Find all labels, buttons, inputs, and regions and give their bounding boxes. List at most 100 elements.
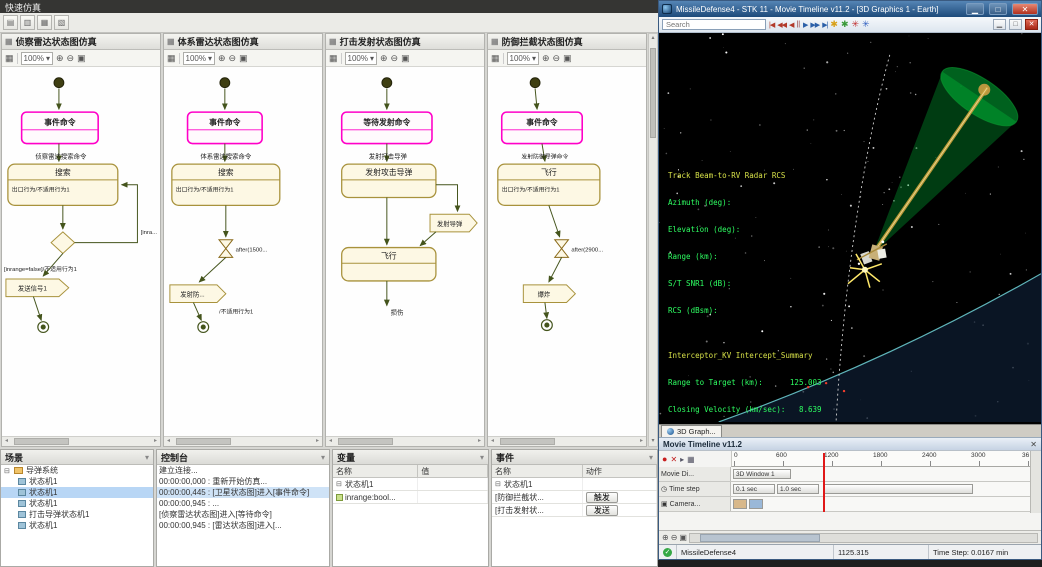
scene-panel-header[interactable]: 场景 ▾ — [1, 450, 153, 465]
search-input[interactable] — [662, 19, 766, 30]
variable-value[interactable] — [418, 491, 488, 503]
events-panel-header[interactable]: 事件 ▾ — [492, 450, 657, 465]
zoom-out-icon[interactable]: ⊖ — [391, 53, 399, 64]
film-icon[interactable]: ▦ — [687, 455, 695, 464]
camera-keyframe[interactable] — [749, 499, 763, 509]
initial-node[interactable] — [54, 78, 64, 88]
event-state[interactable]: 事件命令 — [22, 112, 99, 143]
zoom-level-dropdown[interactable]: 100% ▾ — [345, 52, 377, 65]
scrollbar-thumb[interactable] — [14, 438, 69, 445]
grid-icon[interactable]: ▦ — [491, 53, 500, 64]
fit-icon[interactable]: ▣ — [563, 53, 572, 64]
rewind-icon[interactable]: ◀◀ — [777, 21, 786, 29]
step-back-icon[interactable]: ◀ — [789, 21, 793, 29]
scroll-right-icon[interactable]: ▸ — [313, 437, 322, 446]
step-first-icon[interactable]: |◀ — [769, 21, 774, 29]
panel-title-bar[interactable]: ▦ 防御拦截状态图仿真 — [488, 34, 646, 50]
zoom-out-icon[interactable]: ⊖ — [553, 53, 561, 64]
decision-node[interactable] — [51, 232, 75, 254]
scrollbar-thumb[interactable] — [338, 438, 393, 445]
trigger-button[interactable]: 触发 — [586, 492, 618, 503]
scroll-left-icon[interactable]: ◂ — [2, 437, 11, 446]
initial-node[interactable] — [220, 78, 230, 88]
play-segment-icon[interactable]: ▸ — [680, 455, 684, 464]
vertical-scrollbar[interactable]: ▴ ▾ — [648, 33, 658, 447]
zoom-out-icon[interactable]: ⊖ — [67, 53, 75, 64]
tab-3d-graphics[interactable]: 3D Graph... — [661, 425, 722, 437]
play-icon[interactable]: ▶ — [803, 21, 807, 29]
step-last-icon[interactable]: ▶| — [822, 21, 827, 29]
tree-item[interactable]: 打击导弹状态机1 — [1, 509, 153, 520]
zoom-out-icon[interactable]: ⊖ — [671, 533, 678, 542]
close-icon[interactable]: ✕ — [1030, 440, 1037, 449]
table-group-row[interactable]: ⊟ 状态机1 — [492, 478, 657, 491]
state-diagram-canvas[interactable]: 事件命令 侦察雷达搜索命令 搜索 出口行为/不适用行为1 — [2, 67, 160, 436]
zoom-in-icon[interactable]: ⊕ — [542, 53, 550, 64]
globe-tool-icon[interactable]: ✳ — [862, 19, 870, 30]
horizontal-scrollbar[interactable]: ◂ ▸ — [326, 436, 484, 446]
tree-item-selected[interactable]: 状态机1 — [1, 487, 153, 498]
event-state[interactable]: 等待发射命令 — [342, 112, 432, 143]
table-row[interactable]: inrange:bool... — [333, 491, 488, 504]
grid-icon[interactable]: ▦ — [5, 53, 14, 64]
signal-send-node[interactable]: 发射防... — [170, 285, 226, 303]
search-state[interactable]: 搜索 出口行为/不适用行为1 — [172, 164, 280, 205]
timeline-vertical-scrollbar[interactable] — [1030, 451, 1041, 513]
final-node[interactable] — [38, 322, 49, 333]
delete-icon[interactable]: ✕ — [670, 455, 677, 464]
toolbar-button-1[interactable]: ▤ — [3, 15, 18, 30]
search-state[interactable]: 搜索 出口行为/不适用行为1 — [8, 164, 118, 205]
scroll-right-icon[interactable]: ▸ — [151, 437, 160, 446]
zoom-in-icon[interactable]: ⊕ — [56, 53, 64, 64]
stk-titlebar[interactable]: MissileDefense4 - STK 11 - Movie Timelin… — [659, 1, 1041, 17]
table-group-row[interactable]: ⊟ 状态机1 — [333, 478, 488, 491]
scroll-down-icon[interactable]: ▾ — [649, 437, 657, 446]
toolbar-button-3[interactable]: ▦ — [37, 15, 52, 30]
zoom-fit-icon[interactable]: ▣ — [679, 533, 687, 542]
row-content[interactable]: 3D Window 1 — [731, 467, 1031, 481]
zoom-in-icon[interactable]: ⊕ — [380, 53, 388, 64]
state-diagram-canvas[interactable]: 事件命令 体系雷达搜索命令 搜索 出口行为/不适用行为1 — [164, 67, 322, 436]
expander-icon[interactable]: ⊟ — [336, 480, 343, 488]
zoom-in-icon[interactable]: ⊕ — [662, 533, 669, 542]
column-action[interactable]: 动作 — [583, 465, 657, 477]
row-label[interactable]: Movie Di... — [659, 467, 731, 481]
table-row[interactable]: [防御拦截状... 触发 — [492, 491, 657, 504]
signal-send-node[interactable]: 发射导弹 — [430, 214, 477, 232]
column-name[interactable]: 名称 — [333, 465, 418, 477]
record-icon[interactable]: ● — [662, 454, 667, 464]
console-panel-header[interactable]: 控制台 ▾ — [157, 450, 329, 465]
console-log[interactable]: 建立连接... 00:00:00,000 : 重新开始仿真... 00:00:0… — [157, 465, 329, 566]
grid-icon[interactable]: ▦ — [167, 53, 176, 64]
sun-icon[interactable]: ✱ — [830, 19, 838, 30]
fit-icon[interactable]: ▣ — [401, 53, 410, 64]
zoom-level-dropdown[interactable]: 100% ▾ — [183, 52, 215, 65]
launch-state[interactable]: 发射攻击导弹 — [342, 164, 436, 197]
row-content[interactable] — [731, 497, 1031, 511]
timestep-segment[interactable] — [823, 484, 973, 494]
playhead-marker[interactable] — [823, 453, 825, 512]
row-content[interactable]: 0.1 sec 1.0 sec — [731, 482, 1031, 496]
horizontal-scrollbar[interactable]: ◂ ▸ — [164, 436, 322, 446]
event-state[interactable]: 事件命令 — [188, 112, 263, 143]
scroll-left-icon[interactable]: ◂ — [326, 437, 335, 446]
fit-icon[interactable]: ▣ — [77, 53, 86, 64]
window-selector[interactable]: 3D Window 1 — [733, 469, 791, 479]
panel-menu-icon[interactable]: ▾ — [321, 453, 325, 462]
expander-icon[interactable]: ⊟ — [4, 467, 11, 475]
zoom-in-icon[interactable]: ⊕ — [218, 53, 226, 64]
zoom-level-dropdown[interactable]: 100% ▾ — [507, 52, 539, 65]
zoom-level-dropdown[interactable]: 100% ▾ — [21, 52, 53, 65]
event-state[interactable]: 事件命令 — [502, 112, 582, 143]
tree-item[interactable]: 状态机1 — [1, 498, 153, 509]
fast-forward-icon[interactable]: ▶▶ — [810, 21, 819, 29]
state-diagram-canvas[interactable]: 等待发射命令 发射打击导弹 发射攻击导弹 发 — [326, 67, 484, 436]
initial-node[interactable] — [382, 78, 392, 88]
fit-icon[interactable]: ▣ — [239, 53, 248, 64]
panel-title-bar[interactable]: ▦ 体系雷达状态图仿真 — [164, 34, 322, 50]
tree-root[interactable]: ⊟ 导弹系统 — [1, 465, 153, 476]
time-event-node[interactable] — [219, 240, 233, 258]
child-restore-button[interactable]: □ — [1009, 19, 1022, 30]
timestep-segment[interactable]: 1.0 sec — [777, 484, 819, 494]
3d-graphics-view[interactable]: Track Beam-to-RV Radar RCS Azimuth (deg)… — [659, 33, 1041, 424]
